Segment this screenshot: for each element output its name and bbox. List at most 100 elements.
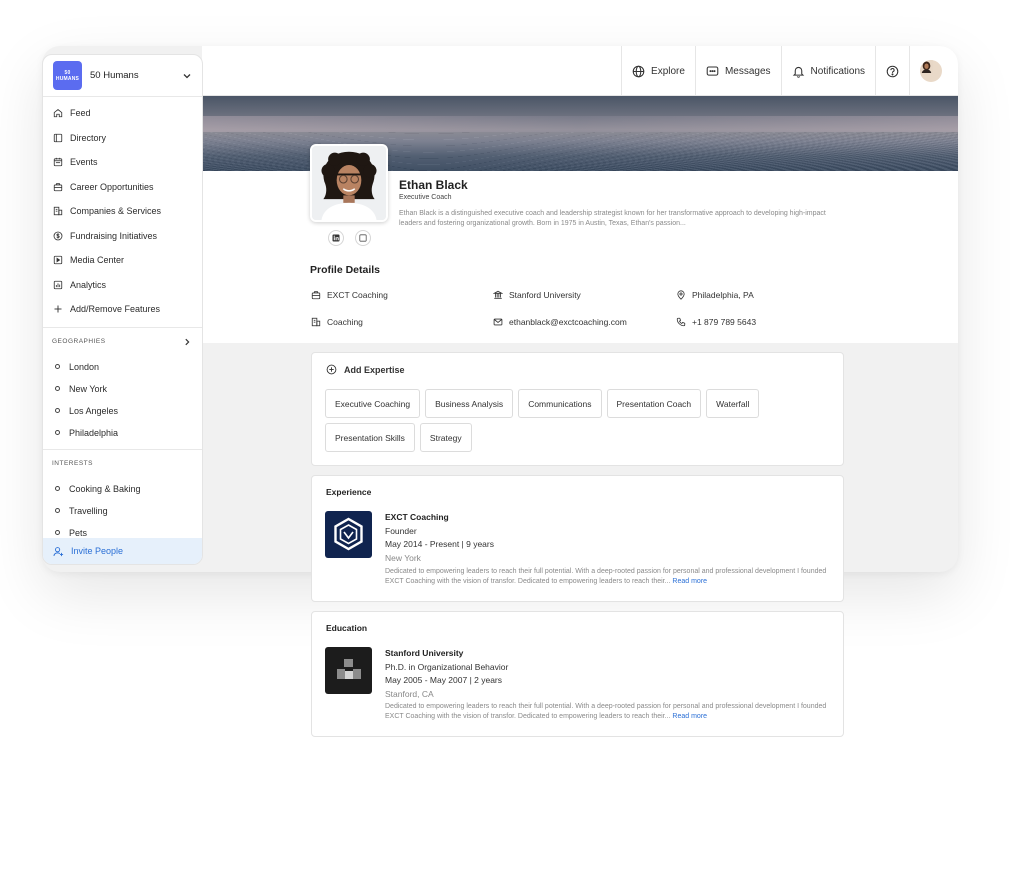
building-icon	[311, 317, 321, 327]
plus-circle-icon	[326, 364, 337, 375]
linkedin-icon	[332, 234, 340, 242]
sidebar-item-media-center[interactable]: Media Center	[43, 248, 202, 273]
sidebar-item-label: Analytics	[70, 279, 107, 290]
expertise-chip[interactable]: Communications	[518, 389, 602, 418]
bullet-icon	[55, 386, 60, 391]
home-icon	[53, 109, 63, 118]
detail-location: Philadelphia, PA	[676, 290, 754, 300]
add-expertise-button[interactable]: Add Expertise	[326, 364, 405, 375]
education-dates: May 2005 - May 2007 | 2 years	[385, 675, 503, 685]
education-card: Education Stanford University Ph.D. in O…	[311, 611, 844, 737]
user-menu-button[interactable]	[909, 46, 952, 96]
help-button[interactable]	[875, 46, 909, 96]
sidebar-item-fundraising[interactable]: Fundraising Initiatives	[43, 224, 202, 249]
geography-item-london[interactable]: London	[43, 356, 202, 378]
geography-item-philadelphia[interactable]: Philadelphia	[43, 422, 202, 444]
add-user-icon	[53, 546, 64, 556]
detail-email[interactable]: ethanblack@exctcoaching.com	[493, 317, 627, 327]
calendar-icon	[53, 158, 63, 167]
interests-title: INTERESTS	[52, 460, 93, 467]
explore-button[interactable]: Explore	[621, 46, 695, 96]
interests-header: INTERESTS	[43, 450, 202, 478]
education-place: Stanford, CA	[385, 688, 434, 699]
invite-people-button[interactable]: Invite People	[43, 538, 202, 564]
profile-photo	[310, 144, 388, 222]
bullet-icon	[55, 530, 60, 535]
sidebar-item-label: Fundraising Initiatives	[70, 230, 158, 241]
org-logo-word: HUMANS	[55, 75, 80, 82]
experience-org: EXCT Coaching	[385, 512, 449, 522]
sidebar-item-events[interactable]: Events	[43, 150, 202, 175]
interest-label: Pets	[69, 527, 88, 538]
org-switcher[interactable]: 50 HUMANS 50 Humans	[43, 55, 202, 97]
top-bar: Explore Messages Notifications	[202, 46, 958, 96]
interest-label: Travelling	[69, 505, 108, 516]
bullet-icon	[55, 408, 60, 413]
experience-position: Founder	[385, 525, 417, 536]
sidebar-item-directory[interactable]: Directory	[43, 126, 202, 151]
plus-icon	[54, 305, 62, 313]
detail-phone[interactable]: +1 879 789 5643	[676, 317, 756, 327]
experience-title: Experience	[326, 487, 372, 497]
geography-item-new-york[interactable]: New York	[43, 378, 202, 400]
education-degree: Ph.D. in Organizational Behavior	[385, 661, 509, 672]
bullet-icon	[55, 430, 60, 435]
detail-industry: Coaching	[311, 317, 363, 327]
website-button[interactable]	[355, 230, 371, 246]
experience-dates: May 2014 - Present | 9 years	[385, 539, 494, 549]
geography-label: Los Angeles	[69, 405, 119, 416]
mail-icon	[493, 318, 503, 326]
interest-item-travelling[interactable]: Travelling	[43, 500, 202, 522]
explore-label: Explore	[651, 65, 685, 77]
expertise-chip[interactable]: Waterfall	[706, 389, 760, 418]
sidebar-item-add-remove-features[interactable]: Add/Remove Features	[43, 297, 202, 322]
sidebar-item-feed[interactable]: Feed	[43, 101, 202, 126]
geography-label: Philadelphia	[69, 427, 119, 438]
globe-icon	[632, 65, 645, 77]
experience-desc-text: Dedicated to empowering leaders to reach…	[385, 568, 827, 585]
sidebar-item-label: Events	[70, 157, 98, 168]
detail-location-text: Philadelphia, PA	[692, 290, 754, 300]
expertise-chip[interactable]: Presentation Skills	[325, 423, 415, 452]
briefcase-icon	[311, 291, 321, 300]
profile-role: Executive Coach	[399, 194, 452, 201]
dollar-icon	[53, 231, 63, 241]
add-expertise-label: Add Expertise	[344, 364, 405, 375]
interest-item-cooking[interactable]: Cooking & Baking	[43, 478, 202, 500]
profile-bio: Ethan Black is a distinguished executive…	[399, 210, 826, 227]
interest-label: Cooking & Baking	[69, 483, 141, 494]
sidebar-item-companies-services[interactable]: Companies & Services	[43, 199, 202, 224]
expertise-chip[interactable]: Presentation Coach	[606, 389, 702, 418]
profile-details-title: Profile Details	[310, 264, 381, 276]
read-more-link[interactable]: Read more	[672, 713, 707, 720]
education-desc-text: Dedicated to empowering leaders to reach…	[385, 703, 827, 720]
sidebar-item-label: Career Opportunities	[70, 181, 154, 192]
expertise-chip[interactable]: Strategy	[419, 423, 472, 452]
notifications-button[interactable]: Notifications	[780, 46, 875, 96]
sidebar-item-label: Directory	[70, 132, 107, 143]
geographies-header[interactable]: GEOGRAPHIES	[43, 328, 202, 356]
company-logo	[325, 511, 372, 558]
notifications-label: Notifications	[810, 65, 865, 77]
education-description: Dedicated to empowering leaders to reach…	[385, 702, 835, 721]
expertise-chip[interactable]: Executive Coaching	[325, 389, 421, 418]
read-more-link[interactable]: Read more	[672, 578, 707, 585]
play-icon	[53, 256, 63, 265]
university-icon	[493, 290, 503, 299]
sidebar-item-career-opportunities[interactable]: Career Opportunities	[43, 175, 202, 200]
location-pin-icon	[677, 290, 685, 300]
geography-label: London	[69, 361, 100, 372]
sidebar-item-label: Media Center	[70, 255, 125, 266]
expertise-chip[interactable]: Business Analysis	[425, 389, 514, 418]
sidebar-item-analytics[interactable]: Analytics	[43, 273, 202, 298]
org-name: 50 Humans	[90, 70, 139, 81]
detail-school-text: Stanford University	[509, 290, 581, 300]
messages-button[interactable]: Messages	[694, 46, 781, 96]
sidebar-item-label: Companies & Services	[70, 206, 162, 217]
detail-school: Stanford University	[493, 290, 581, 300]
detail-email-text: ethanblack@exctcoaching.com	[509, 317, 627, 327]
geography-item-los-angeles[interactable]: Los Angeles	[43, 400, 202, 422]
geography-label: New York	[69, 383, 108, 394]
linkedin-button[interactable]	[328, 230, 344, 246]
detail-company-text: EXCT Coaching	[327, 290, 388, 300]
